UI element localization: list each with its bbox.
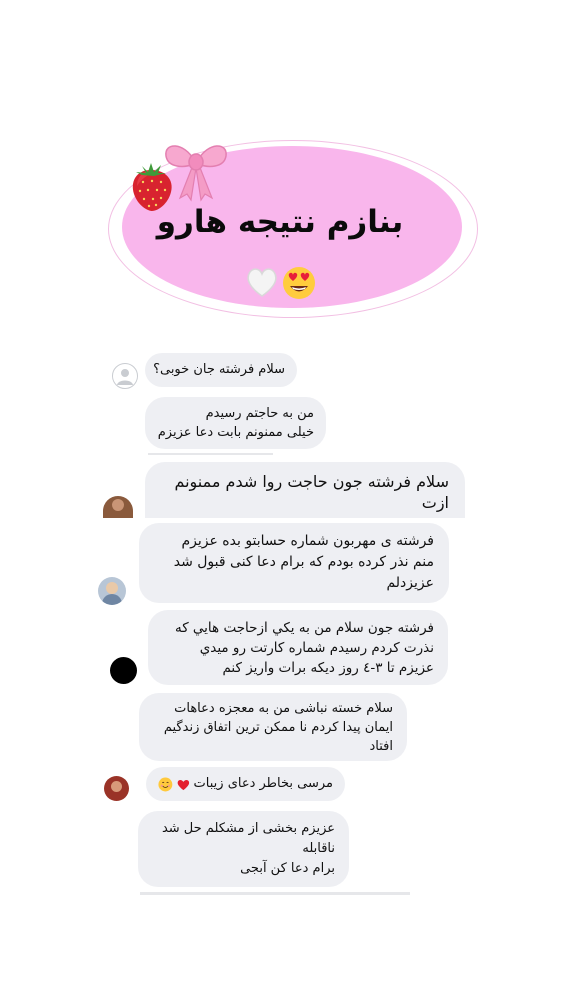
message-bubble: عزیزم بخشی از مشکلم حل شد ناقابله برام د… — [138, 811, 349, 887]
message-bubble: فرشته ی مهربون شماره حسابتو بده عزیزم من… — [139, 523, 449, 603]
message-line: فرشته ی مهربون شماره حسابتو بده عزیزم — [181, 533, 434, 549]
avatar — [98, 577, 126, 605]
red-heart-icon — [177, 779, 189, 790]
message-bubble: سلام فرشته جان خوبی؟ — [145, 353, 297, 387]
message-line: منم نذر کرده بودم که برام دعا کنی قبول ش… — [173, 554, 434, 570]
message-bubble: سلام فرشته جون حاجت روا شدم ممنونم ازت — [145, 462, 465, 518]
heart-eyes-emoji-icon — [283, 267, 315, 299]
white-heart-icon — [247, 268, 277, 297]
message-line: خیلی ممنونم بابت دعا عزیزم — [157, 425, 314, 440]
message-bubble: سلام خسته نباشی من به معجزه دعاهات ایمان… — [139, 693, 407, 761]
message-line: ناقابله — [302, 841, 335, 856]
avatar — [103, 496, 133, 518]
message-bubble: مرسی بخاطر دعای زیبات — [146, 767, 345, 801]
message-line: ایمان پیدا کردم نا ممکن ترین اتفاق زندگی… — [163, 720, 393, 735]
message-line: من به حاجتم رسیدم — [205, 406, 314, 421]
smiling-face-icon — [158, 777, 173, 791]
cut-edge — [148, 453, 273, 455]
avatar — [104, 776, 129, 801]
message-content: مرسی بخاطر دعای زیبات — [158, 767, 333, 801]
message-line: مرسی بخاطر دعای زیبات — [193, 776, 333, 791]
message-line: برام دعا کن آبجی — [240, 861, 335, 876]
bow-icon — [165, 145, 227, 202]
message-line: فرشته جون سلام من به يكي ازحاجت هايي كه — [174, 620, 434, 636]
user-icon — [117, 369, 133, 385]
message-bubble: فرشته جون سلام من به يكي ازحاجت هايي كه … — [148, 610, 448, 685]
page-title: بنازم نتیجه هارو — [156, 204, 404, 240]
avatar-hidden — [110, 657, 137, 684]
message-line: عزیزدلم — [386, 575, 434, 591]
avatar-placeholder — [112, 363, 138, 389]
message-line: سلام فرشته جان خوبی؟ — [153, 362, 285, 377]
message-line: ازت — [421, 493, 449, 512]
message-bubble: من به حاجتم رسیدم خیلی ممنونم بابت دعا ع… — [145, 397, 326, 449]
message-line: سلام فرشته جون حاجت روا شدم ممنونم — [174, 472, 449, 491]
message-line: عزيزم تا ٣-٤ روز ديكه برات واريز كنم — [222, 660, 434, 676]
message-line: نذرت كردم رسيدم شماره كارتت رو ميدي — [199, 640, 434, 656]
message-line: سلام خسته نباشی من به معجزه دعاهات — [174, 701, 393, 716]
message-line: عزیزم بخشی از مشکلم حل شد — [161, 821, 335, 836]
message-line: افتاد — [369, 739, 394, 754]
cut-edge — [140, 892, 410, 895]
